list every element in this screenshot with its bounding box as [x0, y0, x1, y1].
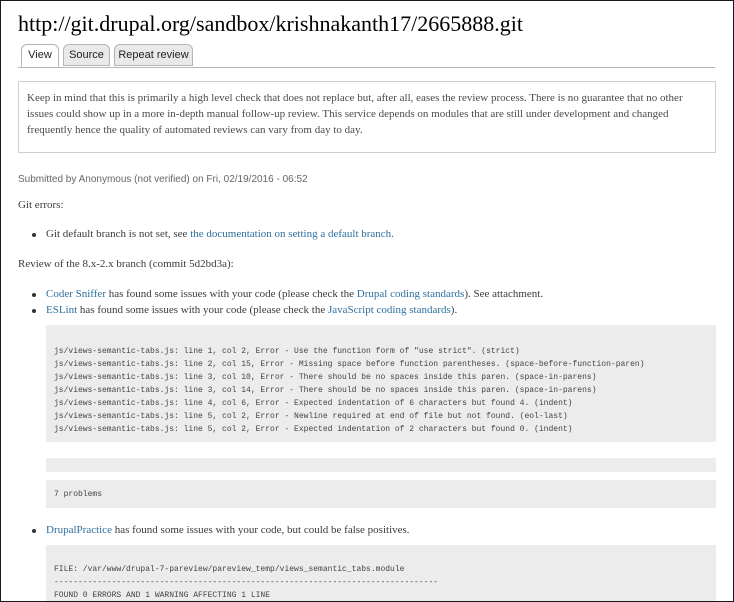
git-error-text: Git default branch is not set, see: [46, 228, 191, 240]
dp-output-line: ----------------------------------------…: [54, 578, 439, 587]
tab-repeat-review[interactable]: Repeat review: [114, 44, 193, 66]
page-title: http://git.drupal.org/sandbox/krishnakan…: [18, 11, 523, 36]
dp-output-line: FILE: /var/www/drupal-7-pareview/parevie…: [54, 565, 405, 574]
eslint-output: js/views-semantic-tabs.js: line 1, col 2…: [46, 325, 716, 442]
eslint-text: has found some issues with your code (pl…: [77, 304, 328, 316]
eslint-blank-output: [46, 458, 716, 472]
eslint-output-line: js/views-semantic-tabs.js: line 4, col 6…: [54, 399, 573, 408]
coder-sniffer-item: Coder Sniffer has found some issues with…: [32, 288, 543, 300]
eslint-output-line: js/views-semantic-tabs.js: line 2, col 1…: [54, 360, 645, 369]
eslint-output-line: js/views-semantic-tabs.js: line 3, col 1…: [54, 386, 597, 395]
problems-count: 7 problems: [54, 490, 103, 499]
tab-source[interactable]: Source: [63, 44, 110, 66]
git-errors-heading: Git errors:: [18, 199, 64, 211]
eslint-output-line: js/views-semantic-tabs.js: line 5, col 2…: [54, 412, 568, 421]
drupalpractice-item: DrupalPractice has found some issues wit…: [32, 524, 410, 536]
coder-sniffer-text: has found some issues with your code (pl…: [105, 288, 357, 300]
drupalpractice-link[interactable]: DrupalPractice: [46, 524, 112, 536]
page-frame: http://git.drupal.org/sandbox/krishnakan…: [0, 0, 734, 602]
git-error-item: Git default branch is not set, see the d…: [32, 228, 394, 240]
review-heading: Review of the 8.x-2.x branch (commit 5d2…: [18, 258, 234, 270]
eslint-link[interactable]: ESLint: [46, 304, 77, 316]
eslint-item: ESLint has found some issues with your c…: [32, 304, 457, 316]
coder-sniffer-suffix: ). See attachment.: [464, 288, 544, 300]
eslint-output-line: js/views-semantic-tabs.js: line 5, col 2…: [54, 425, 573, 434]
review-notice: Keep in mind that this is primarily a hi…: [18, 81, 716, 153]
default-branch-docs-link[interactable]: the documentation on setting a default b…: [190, 228, 394, 240]
tab-bar: View Source Repeat review: [18, 44, 715, 68]
javascript-coding-standards-link[interactable]: JavaScript coding standards: [328, 304, 451, 316]
tab-view[interactable]: View: [21, 44, 59, 67]
eslint-output-line: js/views-semantic-tabs.js: line 1, col 2…: [54, 347, 520, 356]
drupal-coding-standards-link[interactable]: Drupal coding standards: [357, 288, 465, 300]
drupalpractice-output: FILE: /var/www/drupal-7-pareview/parevie…: [46, 545, 716, 601]
drupalpractice-text: has found some issues with your code, bu…: [111, 524, 410, 536]
eslint-output-line: js/views-semantic-tabs.js: line 3, col 1…: [54, 373, 597, 382]
submitted-info: Submitted by Anonymous (not verified) on…: [18, 174, 308, 185]
eslint-suffix: ).: [450, 304, 458, 316]
coder-sniffer-link[interactable]: Coder Sniffer: [46, 288, 106, 300]
eslint-summary: 7 problems: [46, 480, 716, 508]
dp-output-line: FOUND 0 ERRORS AND 1 WARNING AFFECTING 1…: [54, 591, 271, 600]
